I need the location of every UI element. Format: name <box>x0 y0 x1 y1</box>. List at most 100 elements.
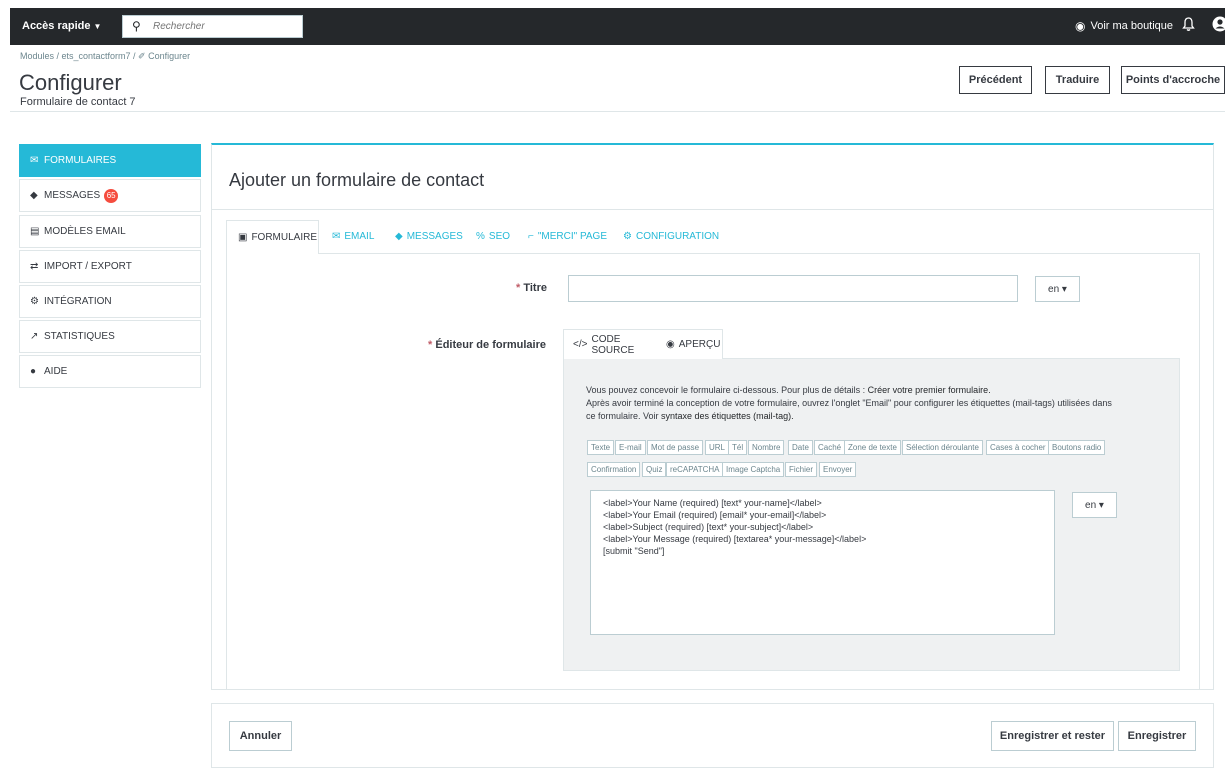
search-icon[interactable]: ⚲ <box>132 19 141 33</box>
top-bar: Accès rapide▼ ⚲ ◉ Voir ma boutique <box>10 8 1225 45</box>
subtab-label: APERÇU <box>678 339 721 350</box>
tab-label: FORMULAIRE <box>251 232 318 243</box>
tab-formulaire[interactable]: ▣ FORMULAIRE <box>226 220 319 254</box>
save-button[interactable]: Enregistrer <box>1118 721 1196 751</box>
code-line: <label>Your Message (required) [textarea… <box>603 534 867 544</box>
chart-icon: ↗ <box>30 331 39 342</box>
bed-icon: ⌐ <box>528 231 534 242</box>
title-language-dropdown[interactable]: en ▾ <box>1035 276 1080 302</box>
subtab-label: CODE SOURCE <box>591 333 635 356</box>
subtab-code-source[interactable]: </> CODE SOURCE <box>563 329 658 359</box>
sidebar-item-label: IMPORT / EXPORT <box>44 261 132 272</box>
tag-button-texte[interactable]: Texte <box>587 440 615 455</box>
code-line: <label>Subject (required) [text* your-su… <box>603 522 814 532</box>
save-and-stay-button[interactable]: Enregistrer et rester <box>991 721 1114 751</box>
messages-count-badge: 65 <box>104 188 119 203</box>
tag-button-selection-deroulante[interactable]: Sélection déroulante <box>902 440 983 455</box>
document-icon: ▤ <box>30 226 40 237</box>
editor-field-label: * Éditeur de formulaire <box>400 339 546 351</box>
hooks-button[interactable]: Points d'accroche <box>1121 66 1225 94</box>
create-first-form-link[interactable]: Créer votre premier formulaire. <box>868 385 991 395</box>
tab-label: EMAIL <box>344 231 375 242</box>
tag-button-cache[interactable]: Caché <box>814 440 846 455</box>
search-box: ⚲ <box>122 15 303 38</box>
lang-label: en <box>1048 283 1060 295</box>
tab-label: CONFIGURATION <box>635 231 720 242</box>
search-input[interactable] <box>153 19 298 34</box>
eye-icon: ◉ <box>1075 19 1086 33</box>
help-text: Après avoir terminé la conception de vot… <box>586 398 1112 408</box>
sidebar-item-import-export[interactable]: ⇄ IMPORT / EXPORT <box>19 250 201 283</box>
code-line: <label>Your Name (required) [text* your-… <box>603 498 822 508</box>
question-icon: ● <box>30 366 37 377</box>
sidebar-item-label: STATISTIQUES <box>44 331 115 342</box>
user-account-icon[interactable] <box>1212 16 1225 36</box>
sidebar-item-formulaires[interactable]: ✉ FORMULAIRES <box>19 144 201 177</box>
cancel-button[interactable]: Annuler <box>229 721 292 751</box>
subtab-apercu[interactable]: ◉ APERÇU <box>657 329 723 359</box>
tab-configuration[interactable]: ⚙ CONFIGURATION <box>623 231 719 242</box>
tab-seo[interactable]: % SEO <box>476 231 510 242</box>
tab-email[interactable]: ✉ EMAIL <box>332 231 374 242</box>
comments-icon: ◆ <box>30 190 38 201</box>
help-text: ce formulaire. Voir <box>586 411 662 421</box>
sidebar-item-modeles-email[interactable]: ▤ MODÈLES EMAIL <box>19 215 201 248</box>
link-icon: % <box>476 231 485 242</box>
title-field-label: * Titre <box>420 282 547 294</box>
tag-button-tel[interactable]: Tél <box>728 440 748 455</box>
sidebar-item-messages[interactable]: ◆ MESSAGES 65 <box>19 179 201 212</box>
sidebar-item-label: AIDE <box>44 366 68 377</box>
card-title: Ajouter un formulaire de contact <box>229 170 485 190</box>
tag-button-mot-de-passe[interactable]: Mot de passe <box>647 440 704 455</box>
eye-icon: ◉ <box>666 339 675 350</box>
editor-help-text: Vous pouvez concevoir le formulaire ci-d… <box>586 384 1156 423</box>
code-line: [submit "Send"] <box>603 546 665 556</box>
gear-icon: ⚙ <box>623 231 632 242</box>
tag-button-confirmation[interactable]: Confirmation <box>587 462 641 477</box>
comments-icon: ◆ <box>395 231 403 242</box>
tag-button-recaptcha[interactable]: reCAPATCHA <box>666 462 724 477</box>
tag-button-image-captcha[interactable]: Image Captcha <box>722 462 785 477</box>
tag-button-email[interactable]: E-mail <box>615 440 646 455</box>
page-subtitle: Formulaire de contact 7 <box>20 96 136 108</box>
code-line: <label>Your Email (required) [email* you… <box>603 510 827 520</box>
quick-access-menu[interactable]: Accès rapide ▼ <box>22 20 101 32</box>
breadcrumb[interactable]: Modules / ets_contactform7 / ✐ Configure… <box>20 51 190 62</box>
tag-button-date[interactable]: Date <box>788 440 813 455</box>
title-label-text: Titre <box>523 282 547 294</box>
editor-label-text: Éditeur de formulaire <box>435 339 546 351</box>
sidebar-item-label: MODÈLES EMAIL <box>44 226 126 237</box>
tag-button-fichier[interactable]: Fichier <box>785 462 818 477</box>
editor-language-dropdown[interactable]: en ▾ <box>1072 492 1117 518</box>
previous-button[interactable]: Précédent <box>959 66 1032 94</box>
caret-down-icon: ▼ <box>93 22 102 31</box>
tag-button-nombre[interactable]: Nombre <box>748 440 785 455</box>
sidebar-item-label: MESSAGES <box>44 190 101 201</box>
exchange-icon: ⇄ <box>30 261 39 272</box>
title-input[interactable] <box>568 275 1018 302</box>
tab-messages[interactable]: ◆ MESSAGES <box>395 231 463 242</box>
tag-button-quiz[interactable]: Quiz <box>642 462 667 477</box>
bell-icon[interactable] <box>1182 17 1195 35</box>
sidebar-item-label: INTÉGRATION <box>44 296 112 307</box>
form-icon: ▣ <box>238 232 248 243</box>
page-title: Configurer <box>19 70 122 95</box>
card-title-divider <box>212 209 1213 210</box>
tag-button-cases-a-cocher[interactable]: Cases à cocher <box>986 440 1050 455</box>
tab-label: MESSAGES <box>406 231 463 242</box>
envelope-icon: ✉ <box>332 231 341 242</box>
tag-button-url[interactable]: URL <box>705 440 730 455</box>
view-shop-link[interactable]: ◉ Voir ma boutique <box>1075 19 1173 33</box>
tag-button-boutons-radio[interactable]: Boutons radio <box>1048 440 1106 455</box>
cogs-icon: ⚙ <box>30 296 39 307</box>
sidebar-item-integration[interactable]: ⚙ INTÉGRATION <box>19 285 201 318</box>
envelope-icon: ✉ <box>30 155 39 166</box>
translate-button[interactable]: Traduire <box>1045 66 1110 94</box>
code-icon: </> <box>573 339 588 350</box>
tag-button-zone-de-texte[interactable]: Zone de texte <box>844 440 901 455</box>
mail-tag-syntax-link[interactable]: syntaxe des étiquettes (mail-tag). <box>661 411 794 421</box>
tab-merci-page[interactable]: ⌐ "MERCI" PAGE <box>528 231 607 242</box>
sidebar-item-statistiques[interactable]: ↗ STATISTIQUES <box>19 320 201 353</box>
tag-button-envoyer[interactable]: Envoyer <box>819 462 857 477</box>
sidebar-item-aide[interactable]: ● AIDE <box>19 355 201 388</box>
